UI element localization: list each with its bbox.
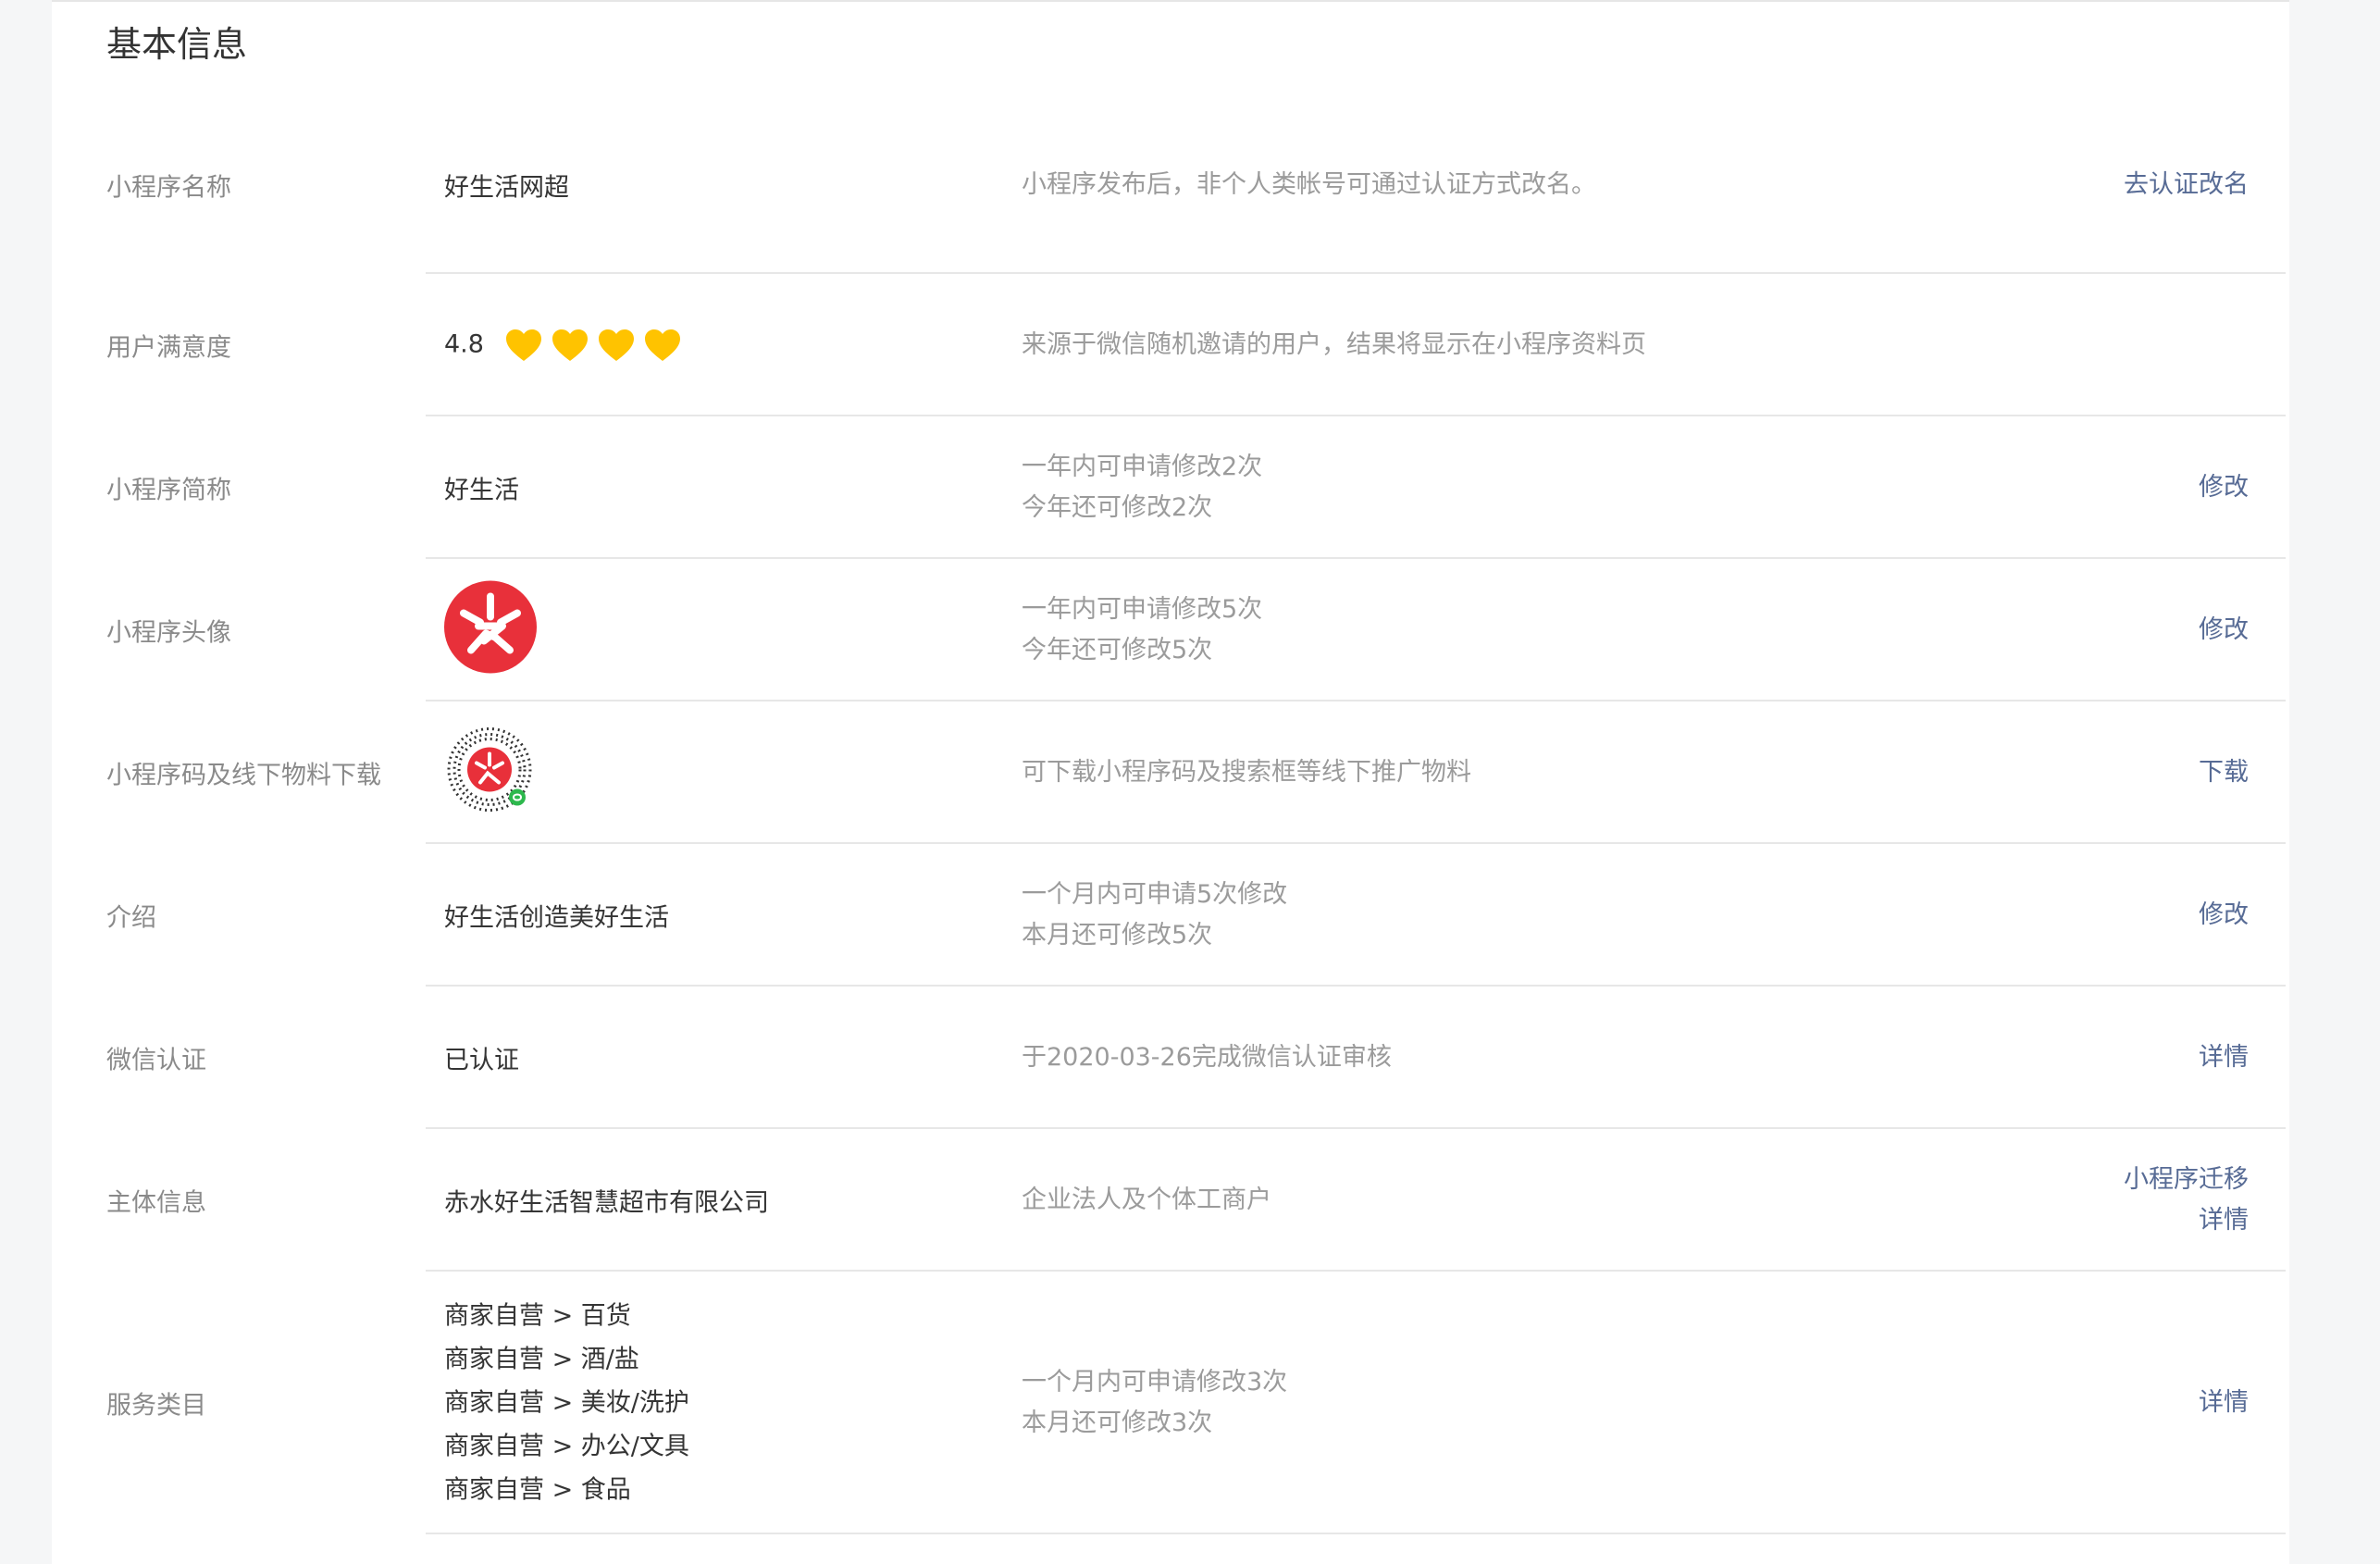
row-description: 来源于微信随机邀请的用户，结果将显示在小程序资料页 [1022, 325, 1646, 366]
row-label: 服务类目 [106, 1391, 206, 1421]
migrate-mini-program-link[interactable]: 小程序迁移 [2124, 1160, 2249, 1200]
row-user-satisfaction: 用户满意度 4.8 来源于微信随机邀请的用户，结果将显示在小程序资料页 [52, 274, 2289, 416]
download-link[interactable]: 下载 [2199, 752, 2249, 793]
row-label: 小程序名称 [106, 173, 231, 203]
row-mini-program-code: 小程序码及线下物料下载 可下载小程序码及搜索框等线下推广物料 下载 [52, 701, 2289, 844]
category-item: 商家自营 > 办公/文具 [444, 1432, 689, 1461]
row-divider [426, 1533, 2286, 1534]
row-description: 企业法人及个体工商户 [1022, 1180, 1271, 1221]
category-details-link[interactable]: 详情 [2199, 1383, 2249, 1423]
row-label: 小程序头像 [106, 618, 231, 648]
description-line: 今年还可修改2次 [1022, 493, 1213, 522]
description-line: 一年内可申请修改5次 [1022, 595, 1263, 624]
row-short-name: 小程序简称 好生活 一年内可申请修改2次 今年还可修改2次 修改 [52, 416, 2289, 559]
heart-icon [505, 329, 542, 362]
short-name-value: 好生活 [444, 476, 519, 505]
heart-icon [598, 329, 635, 362]
row-description: 一年内可申请修改2次 今年还可修改2次 [1022, 447, 1262, 528]
description-line: 本月还可修改5次 [1022, 921, 1213, 950]
category-item: 商家自营 > 美妆/洗护 [444, 1388, 689, 1418]
row-description: 一个月内可申请修改3次 本月还可修改3次 [1022, 1362, 1287, 1444]
row-service-categories: 服务类目 商家自营 > 百货 商家自营 > 酒/盐 商家自营 > 美妆/洗护 商… [52, 1272, 2289, 1534]
row-description: 小程序发布后，非个人类帐号可通过认证方式改名。 [1022, 165, 1596, 205]
row-introduction: 介绍 好生活创造美好生活 一个月内可申请5次修改 本月还可修改5次 修改 [52, 844, 2289, 987]
subject-name-value: 赤水好生活智慧超市有限公司 [444, 1188, 769, 1218]
description-line: 一年内可申请修改2次 [1022, 453, 1263, 481]
description-line: 企业法人及个体工商户 [1022, 1185, 1271, 1214]
verify-rename-link[interactable]: 去认证改名 [2124, 165, 2249, 205]
row-app-name: 小程序名称 好生活网超 小程序发布后，非个人类帐号可通过认证方式改名。 去认证改… [52, 59, 2289, 274]
category-item: 商家自营 > 食品 [444, 1475, 631, 1505]
category-item: 商家自营 > 酒/盐 [444, 1345, 639, 1374]
app-avatar-icon [443, 580, 538, 681]
row-label: 小程序简称 [106, 476, 231, 505]
satisfaction-value: 4.8 [444, 329, 681, 362]
row-label: 小程序码及线下物料下载 [106, 761, 381, 790]
description-line: 本月还可修改3次 [1022, 1409, 1213, 1437]
mini-program-code-icon[interactable] [443, 724, 536, 823]
verification-status: 已认证 [444, 1046, 519, 1075]
heart-icon [644, 329, 681, 362]
row-avatar: 小程序头像 一年内可申请修改5次 今年还可修改5次 修改 [52, 559, 2289, 701]
description-line: 来源于微信随机邀请的用户，结果将显示在小程序资料页 [1022, 330, 1646, 359]
description-line: 小程序发布后，非个人类帐号可通过认证方式改名。 [1022, 170, 1596, 199]
verification-details-link[interactable]: 详情 [2199, 1037, 2249, 1078]
description-line: 一个月内可申请5次修改 [1022, 880, 1288, 909]
row-wechat-verification: 微信认证 已认证 于2020-03-26完成微信认证审核 详情 [52, 987, 2289, 1129]
basic-info-panel: 基本信息 小程序名称 好生活网超 小程序发布后，非个人类帐号可通过认证方式改名。… [52, 0, 2289, 1564]
row-label: 用户满意度 [106, 333, 231, 363]
row-subject-info: 主体信息 赤水好生活智慧超市有限公司 企业法人及个体工商户 小程序迁移 详情 [52, 1129, 2289, 1272]
row-label: 主体信息 [106, 1188, 206, 1218]
edit-short-name-link[interactable]: 修改 [2199, 467, 2249, 508]
subject-details-link[interactable]: 详情 [2124, 1200, 2249, 1241]
heart-icon [552, 329, 589, 362]
category-item: 商家自营 > 百货 [444, 1301, 631, 1331]
row-description: 一个月内可申请5次修改 本月还可修改5次 [1022, 875, 1287, 956]
row-description: 可下载小程序码及搜索框等线下推广物料 [1022, 752, 1471, 793]
app-name-value: 好生活网超 [444, 173, 569, 203]
description-line: 可下载小程序码及搜索框等线下推广物料 [1022, 758, 1471, 787]
description-line: 今年还可修改5次 [1022, 636, 1213, 664]
category-list: 商家自营 > 百货 商家自营 > 酒/盐 商家自营 > 美妆/洗护 商家自营 >… [444, 1295, 689, 1512]
row-description: 一年内可申请修改5次 今年还可修改5次 [1022, 590, 1262, 671]
row-label: 介绍 [106, 903, 156, 933]
row-description: 于2020-03-26完成微信认证审核 [1022, 1037, 1392, 1078]
edit-introduction-link[interactable]: 修改 [2199, 895, 2249, 936]
subject-actions: 小程序迁移 详情 [2124, 1160, 2249, 1241]
rating-score: 4.8 [444, 329, 484, 359]
description-line: 于2020-03-26完成微信认证审核 [1022, 1043, 1392, 1072]
introduction-value: 好生活创造美好生活 [444, 903, 669, 933]
rating-hearts [505, 329, 681, 362]
row-label: 微信认证 [106, 1046, 206, 1075]
description-line: 一个月内可申请修改3次 [1022, 1368, 1288, 1396]
edit-avatar-link[interactable]: 修改 [2199, 610, 2249, 651]
